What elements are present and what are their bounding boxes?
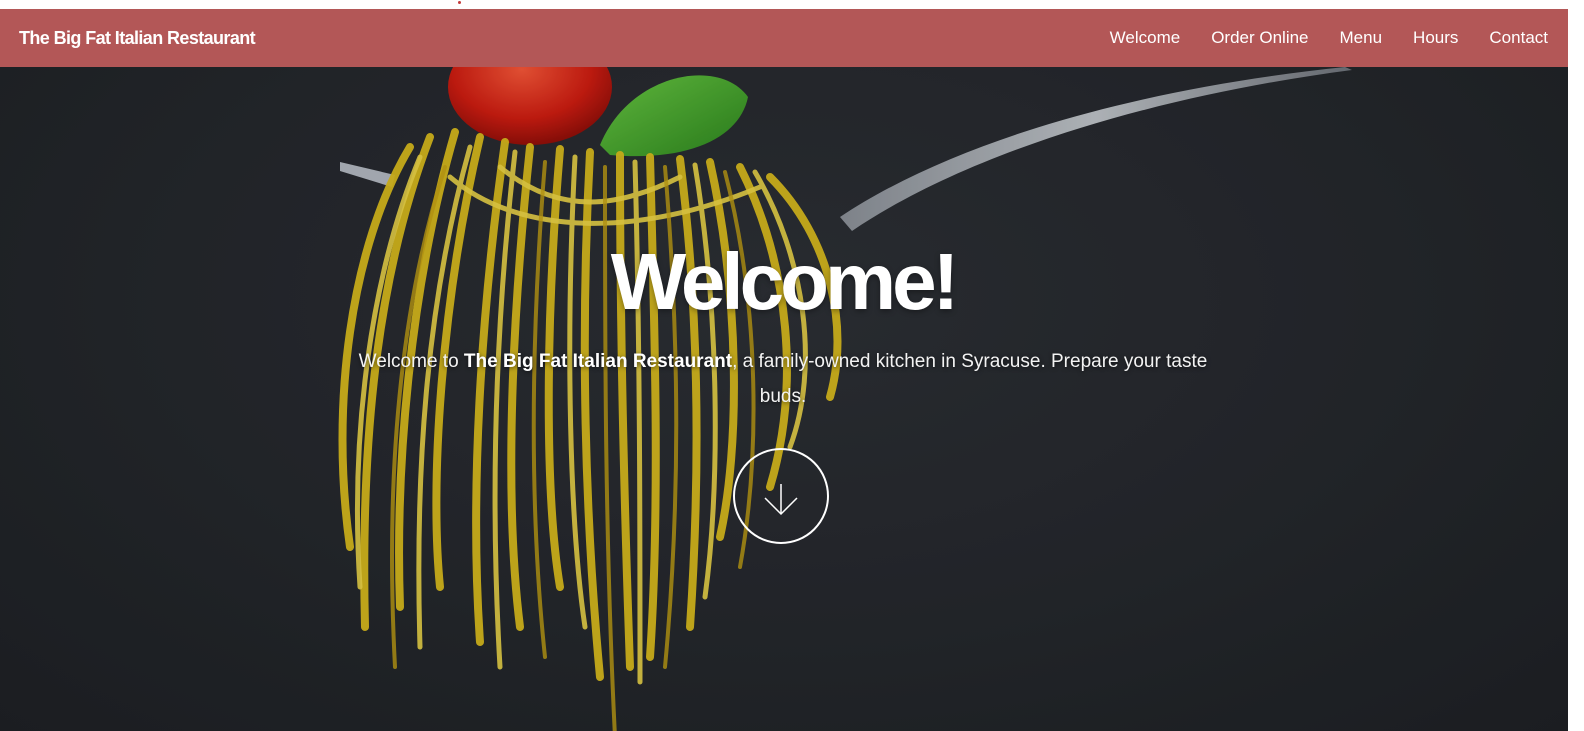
scroll-down-button[interactable] <box>733 448 829 544</box>
nav-link-contact[interactable]: Contact <box>1489 28 1548 48</box>
top-marker-dot <box>458 1 461 4</box>
nav-link-welcome[interactable]: Welcome <box>1110 28 1181 48</box>
right-gutter <box>1568 9 1584 731</box>
hero-section: Welcome! Welcome to The Big Fat Italian … <box>0 67 1568 731</box>
top-strip <box>0 0 1584 9</box>
hero-intro: Welcome to The Big Fat Italian Restauran… <box>340 344 1226 414</box>
nav-link-hours[interactable]: Hours <box>1413 28 1458 48</box>
hero-intro-restaurant-name: The Big Fat Italian Restaurant <box>463 351 733 372</box>
hero-content: Welcome! Welcome to The Big Fat Italian … <box>340 234 1226 414</box>
arrow-down-icon <box>764 484 798 516</box>
hero-intro-suffix: , a family-owned kitchen in Syracuse. Pr… <box>732 351 1208 407</box>
navbar: The Big Fat Italian Restaurant Welcome O… <box>0 9 1568 67</box>
nav-link-order-online[interactable]: Order Online <box>1211 28 1308 48</box>
brand-logo-text[interactable]: The Big Fat Italian Restaurant <box>19 28 256 49</box>
nav-links: Welcome Order Online Menu Hours Contact <box>1079 28 1548 48</box>
hero-title: Welcome! <box>610 237 959 326</box>
nav-link-menu[interactable]: Menu <box>1340 28 1383 48</box>
hero-intro-prefix: Welcome to <box>358 351 464 372</box>
